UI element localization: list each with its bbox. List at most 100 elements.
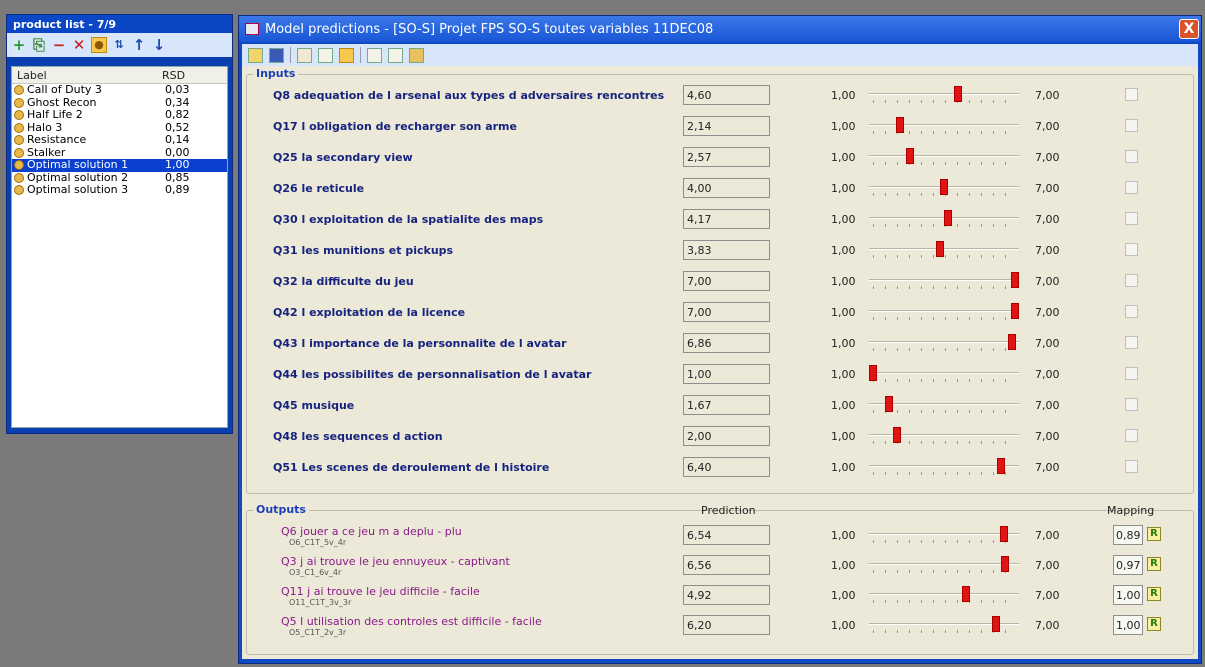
output-code: O5_C1T_2v_3r [289,628,347,637]
slider-thumb[interactable] [884,396,893,412]
table-row[interactable]: Call of Duty 3 0,03 [12,84,227,97]
value-slider[interactable] [869,302,1019,324]
lock-checkbox[interactable] [1125,181,1138,194]
input-value-field[interactable]: 4,17 [683,209,770,229]
output-label: Q6 jouer a ce jeu m a deplu - plu [281,525,462,538]
label-column-header[interactable]: Label [12,67,157,83]
slider-thumb[interactable] [1011,303,1019,319]
value-slider[interactable] [869,271,1019,293]
lock-checkbox[interactable] [1125,243,1138,256]
mapping-icon[interactable]: R [1147,617,1161,631]
slider-thumb[interactable] [906,148,915,164]
add-icon[interactable]: + [11,37,27,53]
input-value-field[interactable]: 4,00 [683,178,770,198]
tools-icon[interactable] [409,47,424,63]
move-down-icon[interactable]: ↓ [151,37,167,53]
lock-icon[interactable]: ● [91,37,107,53]
value-slider[interactable] [869,555,1019,577]
table-row[interactable]: Optimal solution 2 0,85 [12,170,227,185]
value-slider[interactable] [869,240,1019,262]
lock-checkbox[interactable] [1125,88,1138,101]
slider-thumb[interactable] [996,458,1005,474]
input-value-field[interactable]: 3,83 [683,240,770,260]
value-slider[interactable] [869,85,1019,107]
input-value-field[interactable]: 7,00 [683,271,770,291]
table-row[interactable]: Ghost Recon 0,34 [12,96,227,110]
slider-thumb[interactable] [935,241,944,257]
table-row[interactable]: Optimal solution 3 0,89 [12,184,227,197]
remove-icon[interactable]: − [51,37,67,53]
value-slider[interactable] [869,525,1019,547]
mapping-field[interactable]: 1,00 [1113,615,1143,635]
sort-icon[interactable]: ⇅ [111,37,127,53]
value-slider[interactable] [869,178,1019,200]
bar-icon[interactable] [339,47,354,63]
lock-checkbox[interactable] [1125,460,1138,473]
slider-thumb[interactable] [944,210,953,226]
slider-thumb[interactable] [895,117,904,133]
window-icon[interactable] [367,47,382,63]
input-value-field[interactable]: 4,60 [683,85,770,105]
input-value-field[interactable]: 2,57 [683,147,770,167]
value-slider[interactable] [869,333,1019,355]
mapping-field[interactable]: 0,97 [1113,555,1143,575]
slider-thumb[interactable] [869,365,877,381]
value-slider[interactable] [869,209,1019,231]
table-row[interactable]: Resistance 0,14 [12,134,227,147]
rsd-column-header[interactable]: RSD [157,67,217,83]
lock-checkbox[interactable] [1125,150,1138,163]
value-slider[interactable] [869,116,1019,138]
table-row[interactable]: Stalker 0,00 [12,146,227,160]
lock-checkbox[interactable] [1125,429,1138,442]
move-up-icon[interactable]: ↑ [131,37,147,53]
lock-checkbox[interactable] [1125,212,1138,225]
slider-thumb[interactable] [1011,272,1019,288]
slider-thumb[interactable] [1007,334,1016,350]
slider-thumb[interactable] [954,86,963,102]
table-row[interactable]: Optimal solution 1 1,00 [12,159,227,172]
lock-checkbox[interactable] [1125,274,1138,287]
lock-checkbox[interactable] [1125,336,1138,349]
run-icon[interactable] [297,47,312,63]
input-value-field[interactable]: 2,00 [683,426,770,446]
input-value-field[interactable]: 7,00 [683,302,770,322]
mapping-icon[interactable]: R [1147,587,1161,601]
slider-thumb[interactable] [1000,526,1009,542]
slider-thumb[interactable] [961,586,970,602]
input-value-field[interactable]: 6,86 [683,333,770,353]
value-slider[interactable] [869,457,1019,479]
close-button[interactable]: X [1179,19,1199,39]
input-value-field[interactable]: 1,67 [683,395,770,415]
open-icon[interactable] [248,47,263,63]
value-slider[interactable] [869,395,1019,417]
max-value: 7,00 [1035,120,1060,133]
slider-thumb[interactable] [892,427,901,443]
mapping-icon[interactable]: R [1147,557,1161,571]
value-slider[interactable] [869,615,1019,637]
table-row[interactable]: Halo 3 0,52 [12,121,227,135]
value-slider[interactable] [869,147,1019,169]
product-rsd: 0,85 [165,170,190,184]
slider-thumb[interactable] [940,179,948,195]
value-slider[interactable] [869,426,1019,448]
table-row[interactable]: Half Life 2 0,82 [12,109,227,122]
mapping-field[interactable]: 0,89 [1113,525,1143,545]
mapping-field[interactable]: 1,00 [1113,585,1143,605]
lock-checkbox[interactable] [1125,305,1138,318]
save-icon[interactable] [269,47,284,63]
copy-icon[interactable]: ⎘ [31,37,47,53]
input-value-field[interactable]: 1,00 [683,364,770,384]
chart-icon[interactable] [388,47,403,63]
value-slider[interactable] [869,364,1019,386]
lock-checkbox[interactable] [1125,119,1138,132]
value-slider[interactable] [869,585,1019,607]
lock-checkbox[interactable] [1125,367,1138,380]
delete-icon[interactable]: ✕ [71,37,87,53]
input-value-field[interactable]: 2,14 [683,116,770,136]
document-icon[interactable] [318,47,333,63]
mapping-icon[interactable]: R [1147,527,1161,541]
input-value-field[interactable]: 6,40 [683,457,770,477]
lock-checkbox[interactable] [1125,398,1138,411]
slider-thumb[interactable] [1000,556,1009,572]
slider-thumb[interactable] [992,616,1001,632]
